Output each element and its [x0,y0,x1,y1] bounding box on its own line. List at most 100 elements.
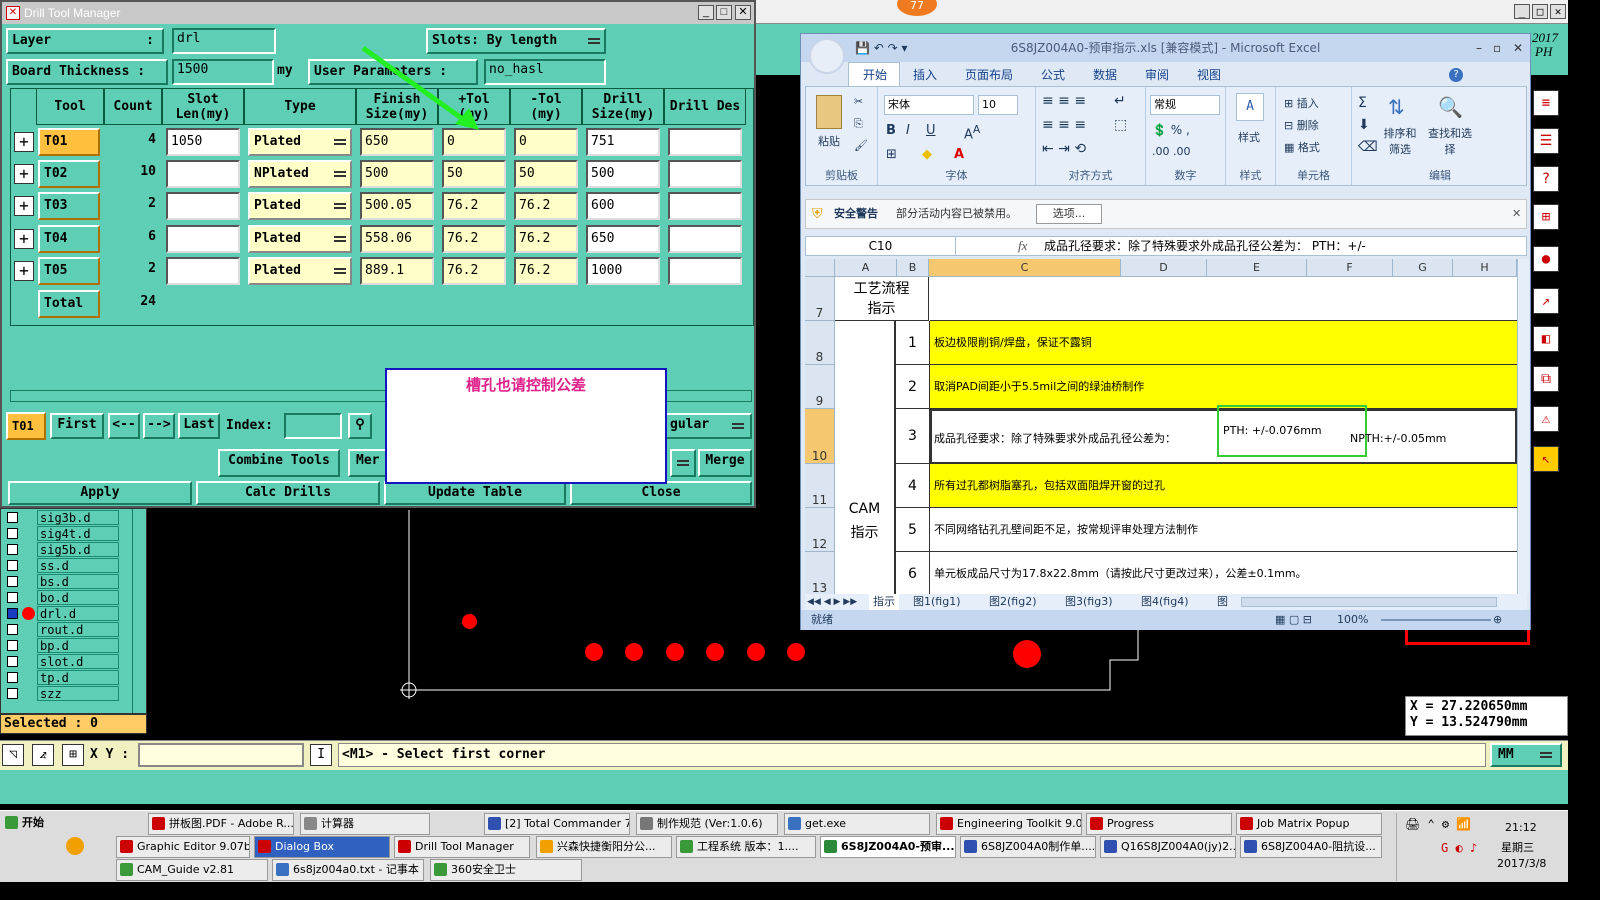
calc-drills-button[interactable]: Calc Drills [196,481,380,505]
apply-button[interactable]: Apply [8,481,192,505]
layer-checkbox[interactable] [7,576,18,587]
finish-size-input[interactable]: 558.06 [360,225,434,253]
finish-size-input[interactable]: 889.1 [360,257,434,285]
excel-maximize-button[interactable]: ▫ [1493,34,1501,62]
clear-icon[interactable]: ⌫ [1358,139,1378,155]
taskbar-item[interactable]: 6S8JZ004A0制作单.... [960,836,1096,858]
taskbar-item[interactable]: 工程系统 版本：1.... [676,836,816,858]
combine-tools-button[interactable]: Combine Tools [218,449,340,477]
next-button[interactable]: --> [143,413,175,439]
quick-access-icons[interactable]: 💾 ↶ ↷ ▾ [855,34,908,62]
sheet-tab[interactable]: 图3(fig3) [1065,594,1113,610]
layer-item[interactable]: rout.d [3,622,121,637]
plus-tol-input[interactable]: 50 [442,160,506,188]
align-top-icon[interactable]: ≡ ≡ ≡ [1042,93,1086,109]
format-painter-icon[interactable]: 🖌 [854,139,868,152]
sheet-tab[interactable]: 图 [1217,594,1228,610]
cam-minimize-button[interactable]: _ [1514,4,1530,19]
row-header[interactable]: 13 [805,552,835,594]
taskbar-item[interactable]: Job Matrix Popup [1236,813,1382,835]
drill-size-input[interactable]: 600 [586,192,660,220]
taskbar-item[interactable]: 6S8JZ004A0-阻抗设... [1240,836,1382,858]
update-table-button[interactable]: Update Table [384,481,566,505]
taskbar-item[interactable]: 360安全卫士 [430,859,582,881]
tab-view[interactable]: 视图 [1197,66,1221,83]
layer-checkbox[interactable] [7,512,18,523]
minus-tol-input[interactable]: 0 [514,128,578,156]
tool-icon-7[interactable]: ⧉ [1533,366,1559,392]
zoom-slider[interactable] [1381,619,1491,621]
fx-icon[interactable]: fx [1018,237,1027,255]
layer-checkbox[interactable] [7,592,18,603]
sheet-tab[interactable]: 图1(fig1) [913,594,961,610]
plus-tol-input[interactable]: 76.2 [442,192,506,220]
dtm-maximize-button[interactable]: □ [716,5,732,20]
item-number-cell[interactable]: 4 [895,464,930,508]
first-button[interactable]: First [50,413,104,439]
instruction-cell[interactable]: 取消PAD间距小于5.5mil之间的绿油桥制作 [930,365,1517,409]
sheet-nav-icons[interactable]: ◀◀ ◀ ▶ ▶▶ [807,594,857,610]
drill-des-input[interactable] [668,257,742,285]
vertical-scrollbar[interactable] [1517,259,1529,594]
item-number-cell[interactable]: 1 [895,321,930,365]
row-header[interactable]: 8 [805,321,835,365]
grow-font-icon[interactable]: AA [964,123,980,142]
merge-center-icon[interactable]: ⬚ [1114,117,1127,133]
item-number-cell[interactable]: 5 [895,508,930,552]
find-select-label[interactable]: 查找和选择 [1428,125,1472,157]
delete-cells-button[interactable]: ⊟ 删除 [1284,117,1319,133]
snap-icon[interactable]: ◹ [2,744,24,766]
layer-checkbox[interactable] [7,608,18,619]
tab-home[interactable]: 开始 [863,66,887,83]
regular-select[interactable]: gular [662,413,752,439]
layer-item[interactable]: sig3b.d [3,510,121,525]
layer-scrollbar[interactable] [132,509,146,713]
item-number-cell[interactable]: 2 [895,365,930,409]
tool-icon-6[interactable]: ◧ [1533,326,1559,352]
align-left-icon[interactable]: ≡ ≡ ≡ [1042,117,1086,133]
taskbar-item[interactable]: 6s8jz004a0.txt - 记事本 [272,859,424,881]
layer-checkbox[interactable] [7,528,18,539]
taskbar-item[interactable]: Graphic Editor 9.07b... [116,836,250,858]
name-box[interactable]: C10 [806,237,956,255]
instruction-cell[interactable]: 不同网络钻孔孔壁间距不足，按常规评审处理方法制作 [930,508,1517,552]
close-button[interactable]: Close [570,481,752,505]
font-name-select[interactable]: 宋体 [884,95,974,115]
drill-hole[interactable] [462,614,477,629]
find-select-icon[interactable]: 🔍 [1438,95,1463,119]
slot-len-input[interactable]: 1050 [166,128,240,156]
row-header[interactable]: 12 [805,508,835,552]
layer-item[interactable]: tp.d [3,670,121,685]
warning-icon[interactable]: ⚠ [1533,406,1559,432]
cell-row-7[interactable] [930,277,1517,321]
autosum-icon[interactable]: Σ [1358,95,1367,111]
row-header[interactable]: 10 [805,409,835,464]
drill-des-input[interactable] [668,225,742,253]
last-button[interactable]: Last [178,413,220,439]
drill-des-input[interactable] [668,128,742,156]
dialog-box[interactable]: 槽孔也请控制公差 [385,368,667,484]
sheet-tab-active[interactable]: 指示 [869,594,899,610]
excel-minimize-button[interactable]: – [1476,34,1482,62]
layer-item-active[interactable]: drl.d [3,606,121,621]
wrap-text-icon[interactable]: ↵ [1114,93,1126,109]
tool-icon-5[interactable]: ↗ [1533,288,1559,314]
taskbar-item[interactable]: Progress [1086,813,1232,835]
expand-row-icon[interactable]: + [14,164,34,184]
drill-size-input[interactable]: 500 [586,160,660,188]
styles-icon[interactable]: A [1236,93,1264,121]
type-select[interactable]: NPlated [248,160,352,188]
tab-data[interactable]: 数据 [1093,66,1117,83]
xy-input[interactable] [138,743,304,767]
sheet-tab[interactable]: 图4(fig4) [1141,594,1189,610]
slot-len-input[interactable] [166,192,240,220]
tool-id[interactable]: T04 [38,225,100,253]
format-cells-button[interactable]: ▦ 格式 [1284,139,1320,155]
taskbar-item[interactable]: 6S8JZ004A0-预审... [820,836,956,858]
tool-id[interactable]: T05 [38,257,100,285]
item-number-cell[interactable]: 3 [895,409,930,464]
expand-row-icon[interactable]: + [14,261,34,281]
layer-item[interactable]: bo.d [3,590,121,605]
instruction-cell[interactable]: 单元板成品尺寸为17.8x22.8mm（请按此尺寸更改过来），公差±0.1mm。 [930,552,1517,594]
item-number-cell[interactable]: 6 [895,552,930,594]
